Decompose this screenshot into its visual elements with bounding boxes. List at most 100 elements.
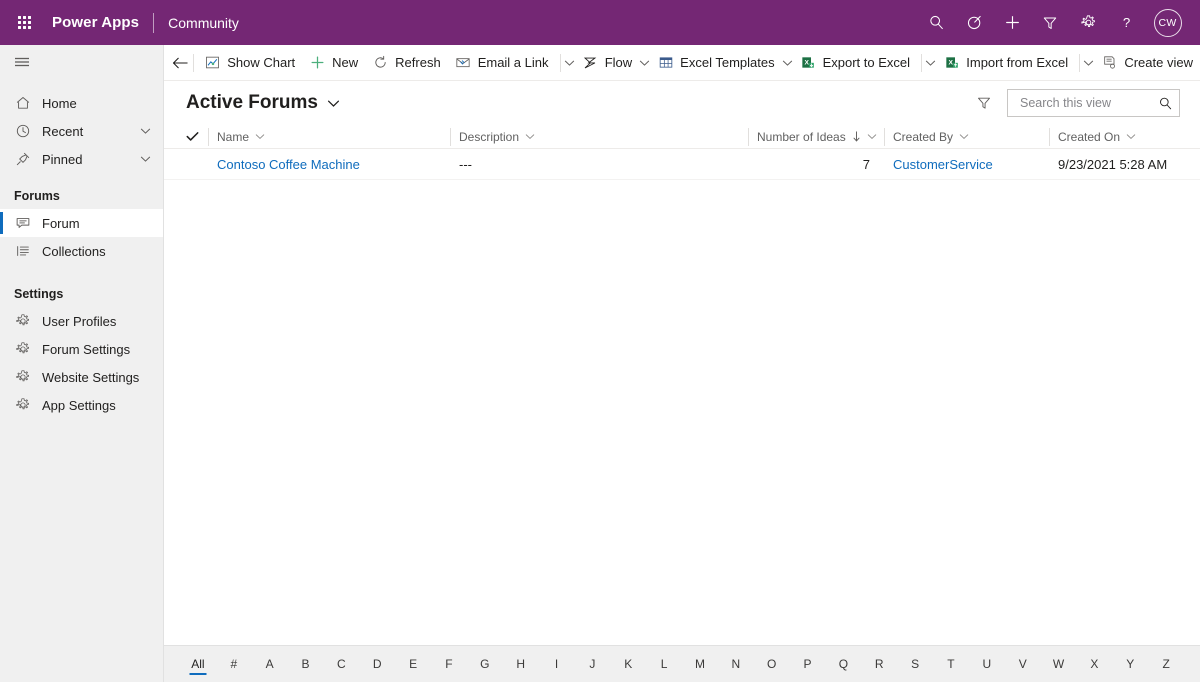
settings-gear-icon[interactable] <box>1069 0 1107 45</box>
chevron-down-icon[interactable] <box>959 133 969 140</box>
export-to-excel-caret[interactable] <box>925 48 936 78</box>
alpha-filter-l[interactable]: L <box>646 653 682 675</box>
sidebar-item-home[interactable]: Home <box>0 89 163 117</box>
table-row[interactable]: Contoso Coffee Machine --- 7 CustomerSer… <box>164 149 1200 180</box>
alpha-filter-j[interactable]: J <box>574 653 610 675</box>
help-icon[interactable]: ? <box>1107 0 1145 45</box>
sidebar-item-forum-settings[interactable]: Forum Settings <box>0 335 163 363</box>
alpha-filter-z[interactable]: Z <box>1148 653 1184 675</box>
import-from-excel-caret[interactable] <box>1083 48 1094 78</box>
alpha-filter-e[interactable]: E <box>395 653 431 675</box>
command-label: Refresh <box>395 55 441 70</box>
search-icon[interactable] <box>917 0 955 45</box>
cell-name[interactable]: Contoso Coffee Machine <box>208 157 450 172</box>
alpha-filter-v[interactable]: V <box>1005 653 1041 675</box>
excel-templates-button[interactable]: Excel Templates <box>650 48 781 78</box>
alpha-filter-n[interactable]: N <box>718 653 754 675</box>
chevron-down-icon[interactable] <box>137 155 153 163</box>
alpha-filter-d[interactable]: D <box>359 653 395 675</box>
sidebar-item-recent[interactable]: Recent <box>0 117 163 145</box>
brand-title[interactable]: Power Apps <box>52 14 139 31</box>
email-a-link-caret[interactable] <box>564 48 575 78</box>
show-chart-button[interactable]: Show Chart <box>197 48 302 78</box>
chevron-down-icon[interactable] <box>1126 133 1136 140</box>
app-launcher-icon[interactable] <box>8 7 40 39</box>
chevron-down-icon[interactable] <box>867 133 877 140</box>
command-label: Export to Excel <box>822 55 911 70</box>
create-view-button[interactable]: Create view <box>1094 48 1200 78</box>
back-arrow-icon[interactable] <box>172 48 189 78</box>
sidebar-item-website-settings[interactable]: Website Settings <box>0 363 163 391</box>
excel-icon: X <box>800 54 817 71</box>
sidebar-item-app-settings[interactable]: App Settings <box>0 391 163 419</box>
list-icon <box>14 242 32 260</box>
chevron-down-icon[interactable] <box>525 133 535 140</box>
home-icon <box>14 94 32 112</box>
alpha-filter-a[interactable]: A <box>252 653 288 675</box>
column-header-created-by[interactable]: Created By <box>884 125 1049 149</box>
email-a-link-button[interactable]: Email a Link <box>448 48 556 78</box>
sidebar-item-user-profiles[interactable]: User Profiles <box>0 307 163 335</box>
sidebar-toggle-icon[interactable] <box>0 45 163 79</box>
alpha-filter-hash[interactable]: # <box>216 653 252 675</box>
column-label: Name <box>217 129 250 144</box>
app-name-label[interactable]: Community <box>168 15 239 31</box>
alpha-filter-s[interactable]: S <box>897 653 933 675</box>
alpha-filter-x[interactable]: X <box>1076 653 1112 675</box>
avatar-initials: CW <box>1153 8 1182 37</box>
column-header-number-of-ideas[interactable]: Number of Ideas <box>748 125 884 149</box>
chevron-down-icon[interactable] <box>327 99 340 108</box>
grid: Name Description Number of Ideas Created… <box>164 125 1200 645</box>
grid-body: Contoso Coffee Machine --- 7 CustomerSer… <box>164 149 1200 645</box>
import-from-excel-button[interactable]: X Import from Excel <box>936 48 1075 78</box>
new-button[interactable]: New <box>302 48 365 78</box>
refresh-icon <box>372 54 389 71</box>
alpha-filter-all[interactable]: All <box>180 653 216 675</box>
edit-filters-icon[interactable] <box>969 88 999 118</box>
alpha-filter-c[interactable]: C <box>323 653 359 675</box>
alpha-filter-t[interactable]: T <box>933 653 969 675</box>
alpha-filter-i[interactable]: I <box>539 653 575 675</box>
sidebar-item-forum[interactable]: Forum <box>0 209 163 237</box>
flow-icon <box>582 54 599 71</box>
refresh-button[interactable]: Refresh <box>365 48 448 78</box>
column-header-description[interactable]: Description <box>450 125 748 149</box>
alpha-filter-o[interactable]: O <box>754 653 790 675</box>
chevron-down-icon[interactable] <box>255 133 265 140</box>
alpha-filter-b[interactable]: B <box>288 653 324 675</box>
alpha-filter-m[interactable]: M <box>682 653 718 675</box>
alpha-filter-u[interactable]: U <box>969 653 1005 675</box>
search-box[interactable] <box>1007 89 1180 117</box>
relevance-search-icon[interactable] <box>955 0 993 45</box>
alpha-filter-w[interactable]: W <box>1041 653 1077 675</box>
column-label: Created On <box>1058 129 1121 144</box>
export-to-excel-button[interactable]: X Export to Excel <box>793 48 917 78</box>
sidebar-item-pinned[interactable]: Pinned <box>0 145 163 173</box>
alpha-filter-q[interactable]: Q <box>825 653 861 675</box>
sidebar-item-collections[interactable]: Collections <box>0 237 163 265</box>
select-all-checkbox[interactable] <box>186 131 208 142</box>
excel-templates-caret[interactable] <box>782 48 793 78</box>
alpha-filter-r[interactable]: R <box>861 653 897 675</box>
quick-create-icon[interactable] <box>993 0 1031 45</box>
chevron-down-icon[interactable] <box>137 127 153 135</box>
alpha-filter-g[interactable]: G <box>467 653 503 675</box>
avatar[interactable]: CW <box>1145 0 1190 45</box>
alpha-filter-p[interactable]: P <box>790 653 826 675</box>
filter-icon[interactable] <box>1031 0 1069 45</box>
view-bar: Active Forums <box>164 81 1200 125</box>
column-header-name[interactable]: Name <box>208 125 450 149</box>
search-icon[interactable] <box>1154 96 1173 111</box>
search-input[interactable] <box>1018 95 1154 111</box>
command-label: Import from Excel <box>966 55 1069 70</box>
view-selector[interactable]: Active Forums <box>186 92 340 114</box>
column-label: Description <box>459 129 520 144</box>
flow-caret[interactable] <box>639 48 650 78</box>
alpha-filter-y[interactable]: Y <box>1112 653 1148 675</box>
column-header-created-on[interactable]: Created On <box>1049 125 1200 149</box>
alpha-filter-k[interactable]: K <box>610 653 646 675</box>
alpha-filter-f[interactable]: F <box>431 653 467 675</box>
flow-button[interactable]: Flow <box>575 48 639 78</box>
cell-created-by[interactable]: CustomerService <box>884 157 1049 172</box>
alpha-filter-h[interactable]: H <box>503 653 539 675</box>
